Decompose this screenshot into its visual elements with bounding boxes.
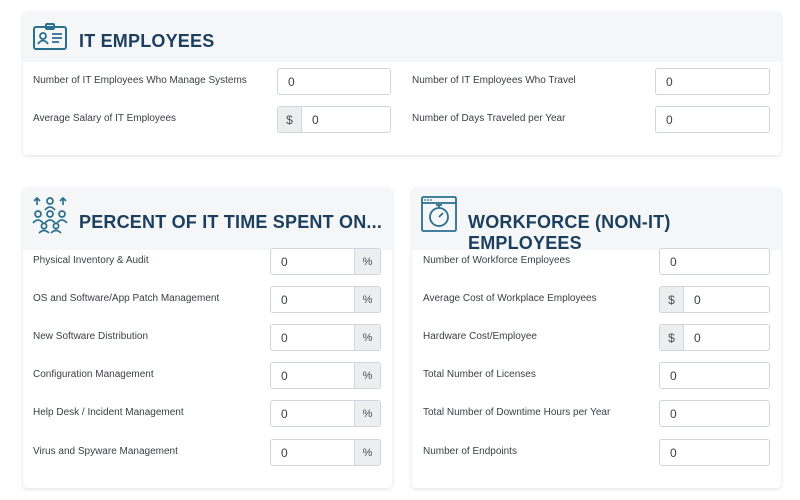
workplace-cost-field[interactable]: $ [659, 286, 770, 313]
field-label: Number of Days Traveled per Year [412, 113, 566, 124]
field-label: Virus and Spyware Management [33, 446, 178, 457]
dollar-addon: $ [660, 325, 684, 350]
field-label: Configuration Management [33, 369, 154, 380]
field-label: Number of Workforce Employees [423, 255, 571, 266]
field-label: Total Number of Downtime Hours per Year [423, 407, 611, 418]
downtime-hours-input[interactable] [660, 401, 769, 426]
workforce-employees-input[interactable] [660, 249, 769, 274]
endpoints-input[interactable] [660, 440, 769, 465]
percent-time-card: PERCENT OF IT TIME SPENT ON... Physical … [23, 188, 392, 488]
percent-time-title: PERCENT OF IT TIME SPENT ON... [79, 212, 383, 232]
group-people-icon [32, 196, 68, 234]
help-desk-input[interactable] [271, 401, 354, 426]
it-employees-card: IT EMPLOYEES Number of IT Employees Who … [23, 12, 781, 155]
percent-addon: % [354, 440, 380, 465]
stopwatch-window-icon [421, 196, 457, 232]
field-label: Hardware Cost/Employee [423, 331, 537, 342]
workforce-card: WORKFORCE (NON-IT) EMPLOYEES Number of W… [412, 188, 781, 488]
help-desk-field[interactable]: % [270, 400, 381, 427]
software-distribution-field[interactable]: % [270, 324, 381, 351]
workplace-cost-input[interactable] [684, 287, 769, 312]
workforce-header: WORKFORCE (NON-IT) EMPLOYEES [412, 188, 781, 253]
physical-inventory-field[interactable]: % [270, 248, 381, 275]
configuration-management-input[interactable] [271, 363, 354, 388]
workforce-employees-field[interactable] [659, 248, 770, 275]
endpoints-field[interactable] [659, 439, 770, 466]
hardware-cost-field[interactable]: $ [659, 324, 770, 351]
percent-addon: % [354, 287, 380, 312]
field-label: New Software Distribution [33, 331, 149, 342]
field-label: Physical Inventory & Audit [33, 255, 149, 266]
field-label: Number of IT Employees Who Travel [412, 75, 576, 86]
it-average-salary-input[interactable] [302, 107, 390, 132]
it-average-salary-field[interactable]: $ [277, 106, 391, 133]
total-licenses-input[interactable] [660, 363, 769, 388]
field-label: Average Salary of IT Employees [33, 113, 177, 124]
virus-spyware-input[interactable] [271, 440, 354, 465]
it-manage-systems-field[interactable] [277, 68, 391, 95]
total-licenses-field[interactable] [659, 362, 770, 389]
virus-spyware-field[interactable]: % [270, 439, 381, 466]
it-manage-systems-input[interactable] [278, 69, 390, 94]
percent-time-header: PERCENT OF IT TIME SPENT ON... [23, 188, 392, 250]
field-label: Number of IT Employees Who Manage System… [33, 75, 247, 86]
it-travel-input[interactable] [656, 69, 769, 94]
dollar-addon: $ [278, 107, 302, 132]
it-employees-header: IT EMPLOYEES [23, 12, 781, 62]
patch-management-input[interactable] [271, 287, 354, 312]
physical-inventory-input[interactable] [271, 249, 354, 274]
days-traveled-field[interactable] [655, 106, 770, 133]
configuration-management-field[interactable]: % [270, 362, 381, 389]
field-label: Help Desk / Incident Management [33, 407, 184, 418]
percent-addon: % [354, 401, 380, 426]
id-badge-icon [33, 23, 67, 50]
it-travel-field[interactable] [655, 68, 770, 95]
field-label: OS and Software/App Patch Management [33, 293, 220, 304]
patch-management-field[interactable]: % [270, 286, 381, 313]
field-label: Average Cost of Workplace Employees [423, 293, 597, 304]
downtime-hours-field[interactable] [659, 400, 770, 427]
field-label: Number of Endpoints [423, 446, 517, 457]
percent-addon: % [354, 249, 380, 274]
percent-addon: % [354, 325, 380, 350]
percent-addon: % [354, 363, 380, 388]
software-distribution-input[interactable] [271, 325, 354, 350]
it-employees-title: IT EMPLOYEES [79, 31, 215, 51]
hardware-cost-input[interactable] [684, 325, 769, 350]
dollar-addon: $ [660, 287, 684, 312]
days-traveled-input[interactable] [656, 107, 769, 132]
field-label: Total Number of Licenses [423, 369, 536, 380]
